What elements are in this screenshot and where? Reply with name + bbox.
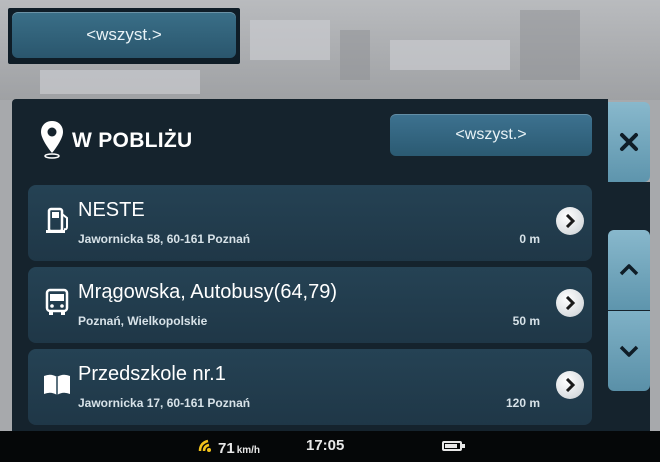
list-item[interactable]: Przedszkole nr.1 Jawornicka 17, 60-161 P… — [28, 349, 592, 425]
poi-distance: 120 m — [505, 396, 540, 410]
top-filter-container: <wszyst.> — [8, 8, 240, 64]
chevron-right-icon[interactable] — [556, 371, 584, 399]
poi-distance: 50 m — [512, 314, 540, 328]
close-button[interactable] — [608, 102, 650, 182]
list-item[interactable]: Mrągowska, Autobusy(64,79) Poznań, Wielk… — [28, 267, 592, 343]
category-filter-button[interactable]: <wszyst.> — [390, 114, 592, 156]
status-bar: 71 km/h 17:05 — [0, 431, 660, 462]
poi-list: NESTE Jawornicka 58, 60-161 Poznań 0 m M… — [28, 185, 592, 431]
clock: 17:05 — [306, 437, 345, 454]
speed-readout: 71 km/h — [198, 437, 260, 457]
poi-distance: 0 m — [519, 232, 540, 246]
scroll-down-button[interactable] — [608, 311, 650, 391]
panel-title: W POBLIŻU — [72, 129, 193, 152]
top-filter-button[interactable]: <wszyst.> — [12, 12, 236, 58]
speed-value: 71 — [218, 440, 235, 457]
nearby-panel: W POBLIŻU <wszyst.> NESTE Jawornicka 58,… — [12, 99, 608, 431]
chevron-up-icon — [619, 264, 639, 276]
location-pin-icon — [41, 121, 63, 159]
poi-address: Jawornicka 17, 60-161 Poznań — [78, 396, 251, 410]
category-filter-label: <wszyst.> — [455, 126, 527, 143]
battery-level — [445, 444, 457, 448]
poi-name: Mrągowska, Autobusy(64,79) — [78, 281, 338, 303]
book-icon — [44, 374, 70, 395]
speed-unit: km/h — [236, 445, 261, 456]
poi-name: Przedszkole nr.1 — [78, 363, 226, 385]
poi-address: Poznań, Wielkopolskie — [78, 314, 208, 328]
close-icon — [620, 133, 638, 151]
top-filter-label: <wszyst.> — [86, 25, 162, 44]
fuel-pump-icon — [46, 207, 68, 233]
panel-header: W POBLIŻU <wszyst.> — [12, 99, 608, 181]
scroll-up-button[interactable] — [608, 230, 650, 310]
poi-address: Jawornicka 58, 60-161 Poznań — [78, 232, 251, 246]
poi-name: NESTE — [78, 199, 145, 221]
chevron-right-icon[interactable] — [556, 207, 584, 235]
battery-icon — [442, 441, 465, 451]
list-item[interactable]: NESTE Jawornicka 58, 60-161 Poznań 0 m — [28, 185, 592, 261]
bus-icon — [45, 288, 69, 315]
chevron-down-icon — [619, 345, 639, 357]
chevron-right-icon[interactable] — [556, 289, 584, 317]
gps-signal-icon — [198, 439, 211, 452]
